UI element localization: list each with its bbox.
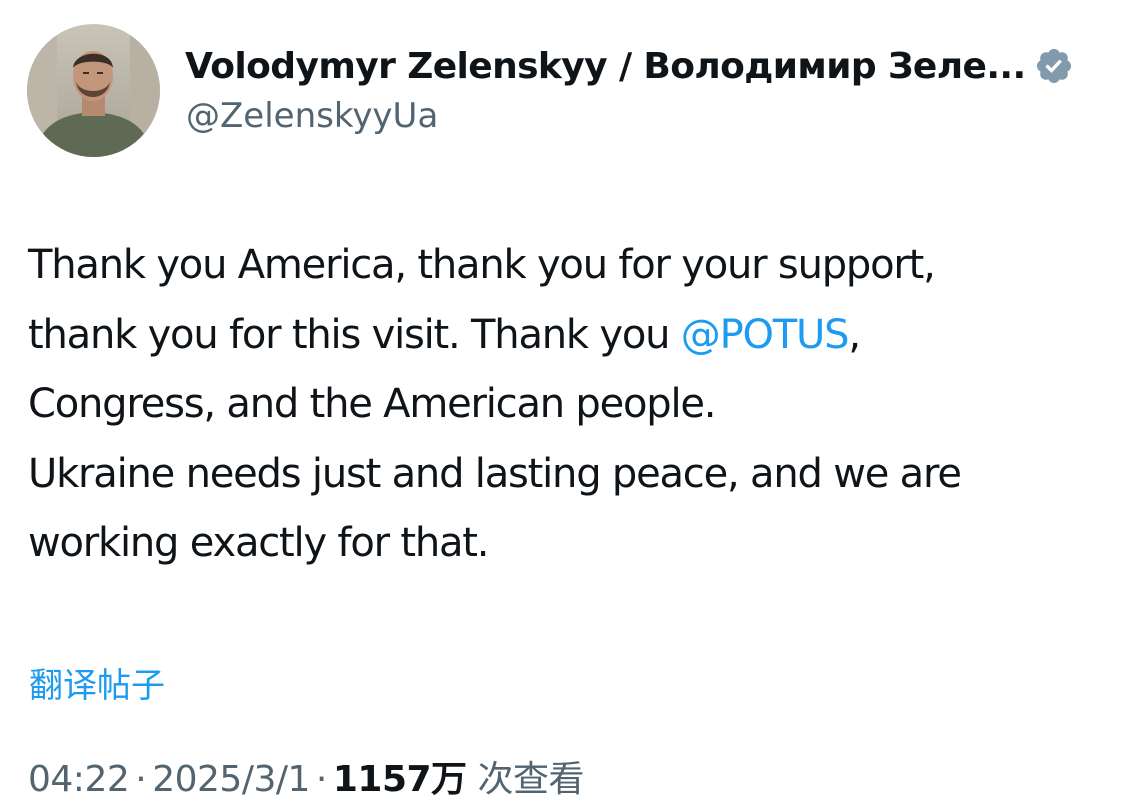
author-display-name[interactable]: Volodymyr Zelenskyy / Володимир Зеле... [185,46,1026,87]
views-label: 次查看 [477,759,585,800]
avatar[interactable] [27,24,160,157]
meta-separator: · [315,759,327,800]
translate-post-link[interactable]: 翻译帖子 [29,658,165,707]
tweet-card: Volodymyr Zelenskyy / Володимир Зеле... … [0,0,1143,810]
meta-separator: · [135,759,147,800]
tweet-text-line: Ukraine needs just and lasting peace, an… [28,450,962,497]
verified-badge-icon [1034,46,1074,86]
views-count: 1157万 [332,759,467,800]
mention-link-potus[interactable]: @POTUS [681,312,850,358]
avatar-photo [27,24,160,157]
tweet-text-line: Congress, and the American people. [28,381,717,427]
tweet-text-line: thank you for this visit. Thank you @POT… [28,301,1140,371]
tweet-text-segment: , [848,311,861,358]
tweet-text: Thank you America, thank you for your su… [28,231,1140,579]
post-date[interactable]: 2025/3/1 [152,759,310,800]
tweet-text-segment: thank you for this visit. Thank you [28,311,681,358]
post-time[interactable]: 04:22 [28,759,130,800]
tweet-text-line: Thank you America, thank you for your su… [28,242,936,288]
tweet-text-line: working exactly for that. [28,520,489,566]
author-handle[interactable]: @ZelenskyyUa [186,96,438,136]
tweet-meta: 04:22 · 2025/3/1 · 1157万 次查看 [28,750,585,802]
author-name-row: Volodymyr Zelenskyy / Володимир Зеле... [185,40,1140,92]
